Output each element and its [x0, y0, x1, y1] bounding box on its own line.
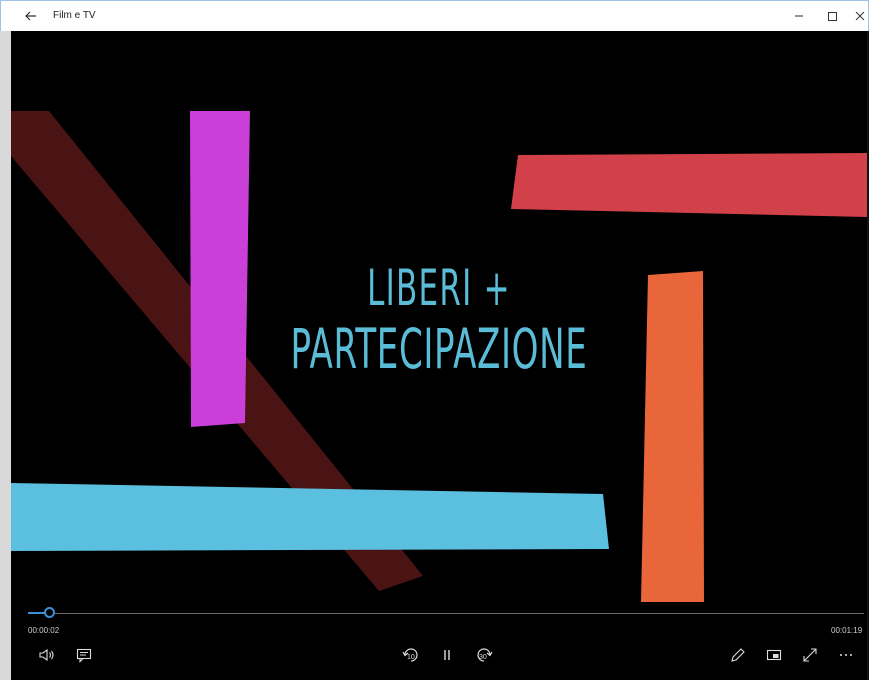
- back-arrow-icon[interactable]: [23, 8, 39, 24]
- subtitles-button[interactable]: [73, 644, 95, 666]
- total-time: 00:01:19: [831, 626, 863, 635]
- mini-view-button[interactable]: [763, 644, 785, 666]
- pause-icon: [444, 650, 450, 660]
- maximize-button[interactable]: [818, 4, 848, 28]
- red-stripe: [511, 153, 867, 217]
- fullscreen-icon: [803, 648, 817, 662]
- window-title: Film e TV: [53, 10, 96, 21]
- video-canvas[interactable]: LIBERI + PARTECIPAZIONE: [11, 31, 867, 680]
- minimize-icon: [795, 15, 803, 17]
- more-button[interactable]: [835, 644, 857, 666]
- cyan-stripe: [11, 483, 609, 551]
- skip-back-label: 10: [407, 654, 415, 661]
- skip-back-10-button[interactable]: 10: [400, 644, 422, 666]
- skip-forward-label: 30: [479, 654, 487, 661]
- current-time: 00:00:02: [28, 626, 60, 635]
- edit-pen-icon: [731, 648, 745, 662]
- minimize-button[interactable]: [785, 4, 815, 28]
- volume-icon: [39, 648, 54, 662]
- seek-bar[interactable]: [28, 613, 864, 614]
- fullscreen-button[interactable]: [799, 644, 821, 666]
- seek-thumb[interactable]: [43, 607, 55, 618]
- subtitles-icon: [76, 648, 92, 663]
- more-icon: [840, 654, 852, 656]
- volume-button[interactable]: [36, 644, 58, 666]
- close-icon: [855, 11, 865, 21]
- skip-forward-30-button[interactable]: 30: [473, 644, 495, 666]
- maximize-icon: [828, 12, 837, 21]
- edit-button[interactable]: [727, 644, 749, 666]
- pause-button[interactable]: [436, 644, 458, 666]
- title-card-line1: LIBERI +: [367, 259, 511, 317]
- close-button[interactable]: [847, 4, 869, 28]
- title-bar: Film e TV: [0, 0, 869, 31]
- window-left-edge: [0, 31, 11, 680]
- mini-view-icon: [766, 649, 782, 661]
- title-card-line2: PARTECIPAZIONE: [290, 317, 588, 381]
